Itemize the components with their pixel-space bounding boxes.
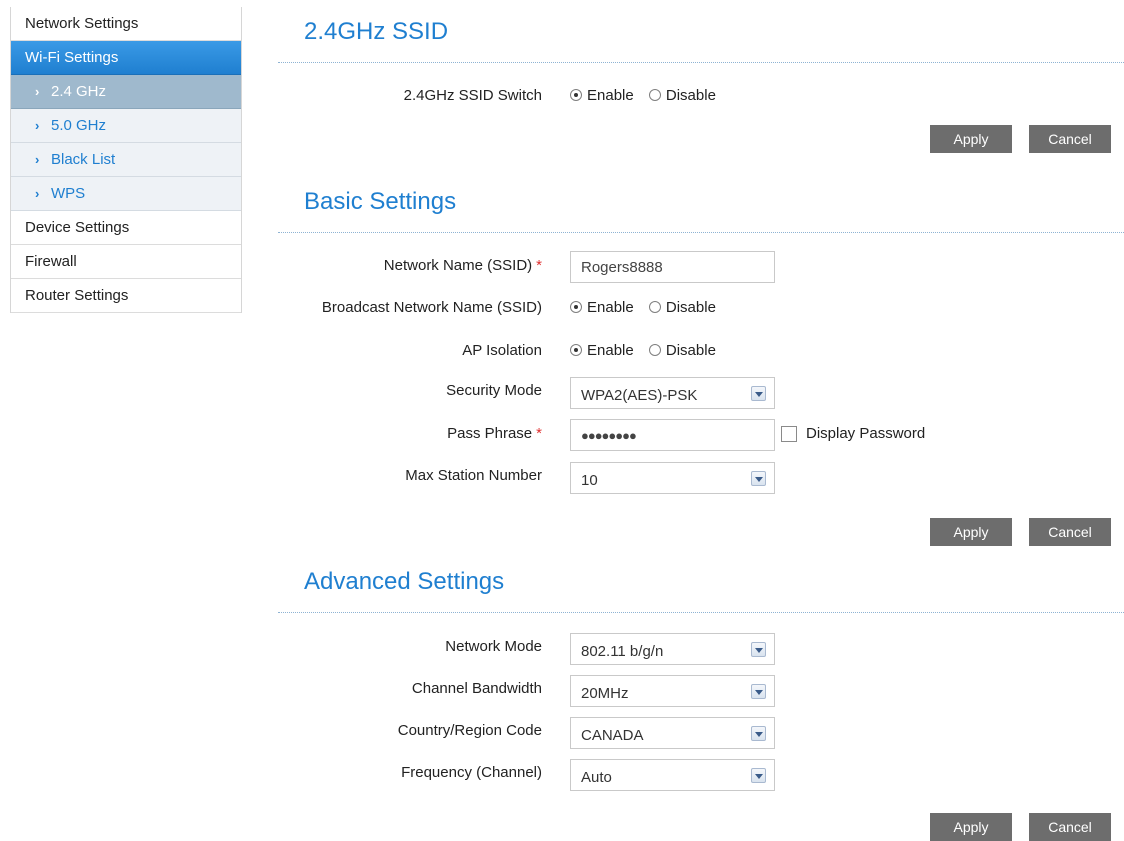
frequency-channel-select[interactable]: Auto [570,759,775,791]
channel-bandwidth-label: Channel Bandwidth [411,680,542,697]
sidebar-item-label: 5.0 GHz [51,117,107,134]
sidebar-item-label: Firewall [25,253,77,270]
required-marker: * [536,257,542,274]
radio-checked-icon[interactable] [570,344,582,356]
chevron-right-icon: › [35,152,40,167]
sidebar-item-label: Router Settings [25,287,129,304]
radio-checked-icon[interactable] [570,89,582,101]
radio-unchecked-icon[interactable] [648,89,661,101]
section-divider [278,612,1124,613]
ap-isolation-label: AP Isolation [462,342,542,359]
radio-unchecked-icon[interactable] [648,301,661,313]
sidebar-subitem-2-4ghz[interactable]: › 2.4 GHz [11,75,241,109]
sidebar-subitem-5-0ghz[interactable]: › 5.0 GHz [11,109,241,143]
section-divider [278,232,1124,233]
basic-apply-button[interactable]: Apply [930,518,1012,546]
radio-unchecked-icon[interactable] [648,344,661,356]
ssid-switch-enable-option[interactable]: Enable [570,87,634,104]
frequency-channel-value: Auto [581,769,612,786]
broadcast-ssid-label: Broadcast Network Name (SSID) [321,299,542,316]
basic-cancel-button[interactable]: Cancel [1029,518,1111,546]
radio-label: Disable [665,342,716,359]
frequency-channel-label: Frequency (Channel) [401,764,542,781]
max-station-label: Max Station Number [405,467,542,484]
sidebar-item-label: Device Settings [25,219,130,236]
sidebar-item-firewall[interactable]: Firewall [11,245,241,279]
network-mode-label: Network Mode [445,638,542,655]
ssid-cancel-button[interactable]: Cancel [1029,125,1111,153]
country-region-select[interactable]: CANADA [570,717,775,749]
sidebar-item-wifi-settings[interactable]: Wi-Fi Settings [11,41,241,75]
max-station-select[interactable]: 10 [570,462,775,494]
radio-checked-icon[interactable] [570,301,582,313]
broadcast-disable-option[interactable]: Disable [648,299,716,316]
section-title-ssid: 2.4GHz SSID [304,18,449,45]
sidebar-item-label: Wi-Fi Settings [25,49,119,66]
dropdown-arrow-icon[interactable] [751,471,766,486]
channel-bandwidth-value: 20MHz [581,685,629,702]
sidebar-item-label: Black List [51,151,116,168]
country-region-label: Country/Region Code [397,722,542,739]
chevron-right-icon: › [35,118,40,133]
display-password-checkbox[interactable] [781,426,797,442]
network-mode-select[interactable]: 802.11 b/g/n [570,633,775,665]
chevron-right-icon: › [35,84,40,99]
dropdown-arrow-icon[interactable] [751,684,766,699]
pass-phrase-label: Pass Phrase * [272,425,542,442]
isolation-disable-option[interactable]: Disable [648,342,716,359]
sidebar-item-network-settings[interactable]: Network Settings [11,7,241,41]
ssid-apply-button[interactable]: Apply [930,125,1012,153]
sidebar-item-label: 2.4 GHz [51,83,107,100]
sidebar-item-device-settings[interactable]: Device Settings [11,211,241,245]
section-title-basic: Basic Settings [304,188,457,215]
sidebar-item-router-settings[interactable]: Router Settings [11,279,241,313]
ssid-switch-disable-option[interactable]: Disable [648,87,716,104]
dropdown-arrow-icon[interactable] [751,386,766,401]
security-mode-select[interactable]: WPA2(AES)-PSK [570,377,775,409]
radio-label: Disable [665,87,716,104]
advanced-cancel-button[interactable]: Cancel [1029,813,1111,841]
dropdown-arrow-icon[interactable] [751,642,766,657]
section-title-advanced: Advanced Settings [304,568,505,595]
broadcast-ssid-radio-group: Enable Disable [570,299,727,316]
max-station-value: 10 [581,472,598,489]
pass-phrase-input[interactable] [570,419,775,451]
radio-label: Enable [587,342,634,359]
sidebar-item-label: WPS [51,185,86,202]
chevron-right-icon: › [35,186,40,201]
sidebar-nav: Network Settings Wi-Fi Settings › 2.4 GHz… [10,7,242,313]
broadcast-enable-option[interactable]: Enable [570,299,634,316]
radio-label: Disable [665,299,716,316]
security-mode-value: WPA2(AES)-PSK [581,387,698,404]
channel-bandwidth-select[interactable]: 20MHz [570,675,775,707]
pass-phrase-label-text: Pass Phrase [447,425,533,442]
ssid-switch-radio-group: Enable Disable [570,87,727,104]
sidebar-subitem-wps[interactable]: › WPS [11,177,241,211]
advanced-apply-button[interactable]: Apply [930,813,1012,841]
display-password-label: Display Password [806,425,926,442]
dropdown-arrow-icon[interactable] [751,726,766,741]
radio-label: Enable [587,299,634,316]
required-marker: * [536,425,542,442]
ssid-name-input[interactable] [570,251,775,283]
dropdown-arrow-icon[interactable] [751,768,766,783]
isolation-enable-option[interactable]: Enable [570,342,634,359]
sidebar-subitem-black-list[interactable]: › Black List [11,143,241,177]
ssid-name-label-text: Network Name (SSID) [383,257,533,274]
ssid-name-label: Network Name (SSID) * [272,257,542,274]
network-mode-value: 802.11 b/g/n [581,643,664,660]
section-divider [278,62,1124,63]
ap-isolation-radio-group: Enable Disable [570,342,727,359]
country-region-value: CANADA [581,727,644,744]
sidebar-item-label: Network Settings [25,15,139,32]
ssid-switch-label: 2.4GHz SSID Switch [403,87,542,104]
security-mode-label: Security Mode [446,382,542,399]
radio-label: Enable [587,87,634,104]
